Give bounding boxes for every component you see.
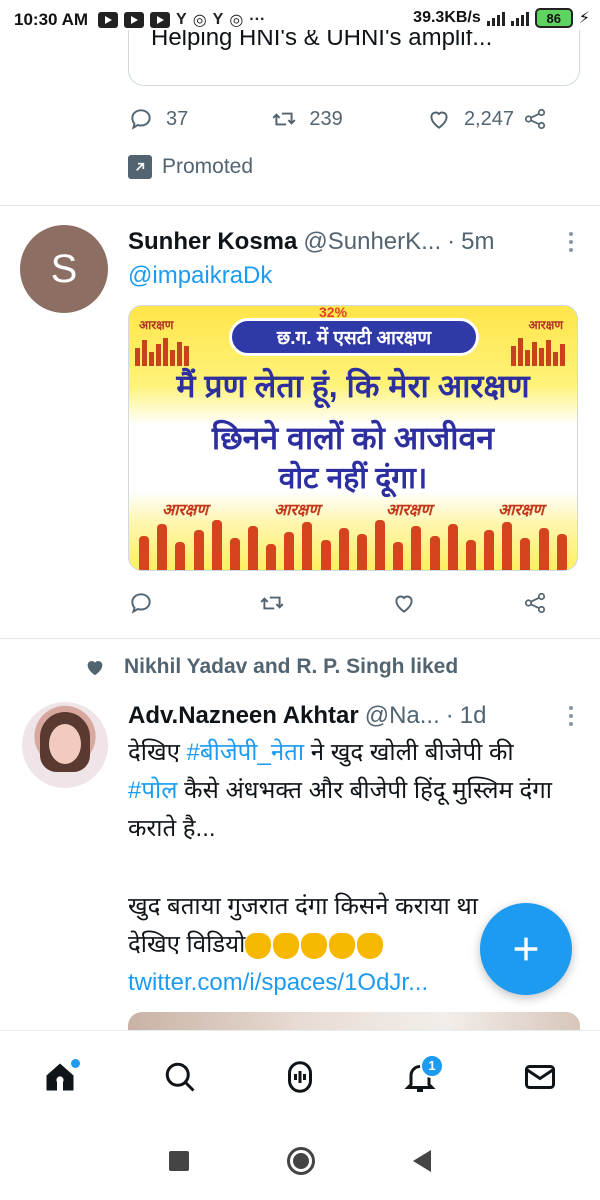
retweet-icon [272, 112, 296, 126]
bottom-nav: 1 [0, 1030, 600, 1122]
tweet-text: देखिए #बीजेपी_नेता ने खुद खोली बीजेपी की… [128, 734, 578, 848]
retweet-button[interactable] [259, 590, 285, 616]
crowd-graphic [135, 336, 195, 366]
author-name[interactable]: Sunher Kosma [128, 228, 297, 256]
battery-icon: 86 [534, 8, 573, 28]
nav-spaces[interactable] [270, 1047, 330, 1107]
tweet-text-segment: ने खुद खोली बीजेपी की [304, 739, 514, 766]
status-right: 39.3KB/s 86 ⚡ [413, 8, 590, 28]
tweet-text-segment: देखिए विडियो [128, 931, 246, 958]
youtube-icon [98, 12, 119, 28]
mail-icon [525, 1064, 555, 1089]
retweet-button[interactable]: 239 [271, 106, 343, 132]
promoted-label[interactable]: Promoted [128, 155, 253, 179]
share-icon [524, 592, 546, 614]
banner-line: छिनने वालों को आजीवन [211, 420, 495, 456]
more-icon[interactable] [568, 232, 574, 252]
more-notifications-icon: ··· [249, 11, 266, 28]
banner-line: वोट नहीं दूंगा। [278, 462, 428, 495]
retweet-icon [260, 596, 284, 610]
tweet-header: Adv.Nazneen Akhtar @Na... · 1d [128, 702, 578, 730]
tweet-time[interactable]: 5m [461, 228, 494, 256]
share-icon[interactable] [522, 106, 548, 132]
heart-filled-icon [87, 661, 103, 676]
tweet-text-segment: देखिए [128, 739, 187, 766]
app-icon: Y [176, 11, 187, 28]
back-button[interactable] [413, 1150, 431, 1172]
mention-link[interactable]: @impaikraDk [128, 262, 272, 290]
reply-icon [131, 109, 151, 130]
share-button[interactable] [522, 590, 548, 616]
tweet-text-segment: कैसे अंधभक्त और बीजेपी हिंदू मुस्लिम दंग… [128, 777, 552, 842]
separator-dot: · [447, 228, 456, 255]
youtube-icon [124, 12, 145, 28]
promoted-icon [128, 155, 152, 179]
like-count: 2,247 [463, 107, 514, 130]
like-icon [430, 111, 448, 129]
banner-pill: छ.ग. में एसटी आरक्षण [229, 318, 479, 356]
author-handle[interactable]: @SunherK... [303, 228, 441, 256]
promo-action-bar: 37 239 2,247 [128, 106, 548, 132]
chrome-icon: ◎ [229, 12, 244, 29]
compose-plus-icon [514, 937, 538, 961]
signal-icon [510, 10, 529, 26]
tweet-image[interactable]: 32% आरक्षण आरक्षण छ.ग. में एसटी आरक्षण म… [128, 305, 578, 571]
avatar[interactable] [22, 702, 108, 788]
nav-search[interactable] [150, 1047, 210, 1107]
avatar[interactable]: S [20, 225, 108, 313]
status-time: 10:30 AM [14, 10, 89, 29]
separator-dot: · [445, 702, 454, 729]
tweet-header: Sunher Kosma @SunherK... · 5m [128, 228, 578, 256]
hashtag-link[interactable]: #पोल [128, 777, 177, 804]
crowd-graphic [129, 510, 577, 570]
app-icon: Y [212, 11, 224, 28]
like-button[interactable]: 2,247 [426, 106, 548, 132]
signal-icon [486, 10, 505, 26]
nav-home[interactable] [30, 1047, 90, 1107]
tweet-media-preview[interactable] [128, 1012, 580, 1032]
search-icon [165, 1062, 195, 1092]
reply-icon [131, 593, 151, 614]
like-button[interactable] [391, 590, 417, 616]
promo-card-text: Helping HNI's & UHNI's amplif... [151, 30, 493, 51]
promoted-text: Promoted [162, 155, 254, 178]
retweet-count: 239 [309, 107, 343, 130]
nav-messages[interactable] [510, 1047, 570, 1107]
recents-button[interactable] [169, 1151, 189, 1171]
reply-count: 37 [166, 107, 189, 130]
social-context[interactable]: Nikhil Yadav and R. P. Singh liked [84, 655, 458, 679]
banner-line: मैं प्रण लेता हूं, कि मेरा आरक्षण [176, 368, 530, 404]
system-nav-bar [0, 1122, 600, 1200]
reply-button[interactable]: 37 [128, 106, 188, 132]
notification-badge: 1 [420, 1053, 444, 1078]
banner-corner-label: आरक्षण [139, 318, 174, 332]
promo-link-card[interactable]: Helping HNI's & UHNI's amplif... [128, 30, 580, 86]
charging-icon: ⚡ [578, 10, 590, 27]
compose-button[interactable] [480, 903, 572, 995]
author-handle[interactable]: @Na... [365, 702, 440, 730]
pointing-down-emoji-icon [245, 932, 384, 959]
chrome-icon: ◎ [192, 12, 207, 29]
youtube-icon [150, 12, 171, 28]
social-context-text: Nikhil Yadav and R. P. Singh liked [124, 655, 459, 678]
spaces-icon [288, 1060, 312, 1093]
banner-corner-label: आरक्षण [528, 318, 563, 332]
reply-button[interactable] [128, 590, 154, 616]
crowd-graphic [511, 336, 571, 366]
net-speed: 39.3KB/s [413, 9, 481, 26]
author-name[interactable]: Adv.Nazneen Akhtar [128, 702, 359, 730]
like-icon [395, 595, 413, 613]
tweet-action-bar [128, 590, 548, 616]
tweet-divider [0, 638, 600, 639]
nav-notifications[interactable]: 1 [390, 1047, 450, 1107]
tweet-time[interactable]: 1d [460, 702, 487, 730]
home-unread-dot [71, 1058, 80, 1068]
tweet-divider [0, 205, 600, 206]
status-notification-icons: Y ◎ Y ◎ ··· [98, 10, 265, 30]
hashtag-link[interactable]: #बीजेपी_नेता [187, 739, 305, 766]
more-icon[interactable] [568, 706, 574, 726]
home-system-button[interactable] [287, 1147, 315, 1175]
